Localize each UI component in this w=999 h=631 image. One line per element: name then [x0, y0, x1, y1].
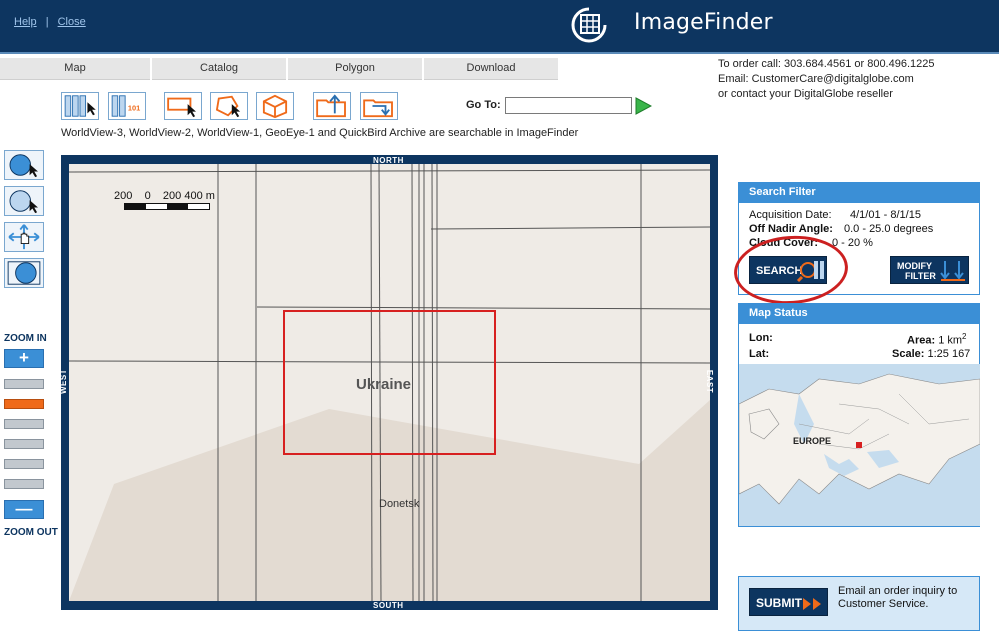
area-value: 1 km [938, 334, 963, 347]
goto-input[interactable] [505, 97, 632, 114]
cloud-cover-value: 0 - 20 % [832, 237, 873, 249]
tab-catalog[interactable]: Catalog [152, 58, 286, 80]
globe-info-tool[interactable] [4, 186, 44, 216]
imagefinder-logo-icon [570, 6, 608, 44]
zoom-in-button[interactable]: + [4, 349, 44, 368]
off-nadir-label: Off Nadir Angle: [749, 223, 833, 235]
modify-filter-button[interactable]: MODIFY FILTER [890, 256, 969, 284]
tab-polygon[interactable]: Polygon [288, 58, 422, 80]
folder-upload-icon [316, 94, 346, 118]
cube-icon [262, 94, 288, 119]
zoom-level-bar[interactable] [4, 459, 44, 469]
app-header: Help | Close ImageFinder [0, 0, 999, 52]
help-link[interactable]: Help [14, 16, 37, 28]
zoom-in-label: ZOOM IN [4, 333, 47, 344]
overview-label-europe: EUROPE [793, 436, 832, 446]
globe-select-tool[interactable] [4, 150, 44, 180]
scale-bar-ruler [124, 203, 210, 210]
rectangle-icon [167, 97, 196, 118]
east-label[interactable]: EAST [705, 370, 714, 393]
scale-readout: Scale: 1:25 167 [892, 348, 970, 360]
draw-rectangle-tool[interactable] [164, 92, 202, 120]
catalog-id-icon-text: 101 [128, 104, 140, 113]
goto-go-button[interactable] [634, 97, 653, 115]
contact-email: Email: CustomerCare@digitalglobe.com [718, 73, 914, 85]
close-link[interactable]: Close [58, 16, 86, 28]
map-label-ukraine: Ukraine [356, 376, 412, 393]
zoom-level-bar[interactable] [4, 439, 44, 449]
archive-note: WorldView-3, WorldView-2, WorldView-1, G… [61, 127, 579, 139]
search-filter-title: Search Filter [739, 183, 979, 203]
link-separator: | [45, 16, 49, 28]
upload-shape-tool[interactable] [313, 92, 351, 120]
header-divider [0, 52, 999, 54]
folder-download-icon [363, 99, 393, 118]
north-label[interactable]: NORTH [373, 156, 404, 165]
polygon-icon [215, 95, 241, 118]
area-exponent: 2 [962, 332, 967, 341]
zoom-out-label: ZOOM OUT [4, 527, 58, 538]
catalog-id-icon: 101 [111, 95, 140, 117]
map-status-title: Map Status [739, 304, 979, 324]
aoi-3d-tool[interactable] [256, 92, 294, 120]
zoom-level-bar[interactable] [4, 479, 44, 489]
scale-label: Scale: [892, 348, 925, 360]
scale-value: 1:25 167 [927, 348, 971, 360]
app-title: ImageFinder [634, 10, 773, 35]
lon-label: Lon: [749, 332, 773, 344]
pan-hand-icon [8, 224, 40, 250]
area-readout: Area: 1 km2 [907, 332, 966, 347]
globe-icon [7, 261, 41, 285]
search-button[interactable]: SEARCH [749, 256, 827, 284]
contact-phone: To order call: 303.684.4561 or 800.496.1… [718, 58, 935, 70]
south-label[interactable]: SOUTH [373, 601, 404, 610]
select-strip-icon [64, 95, 96, 117]
overview-map-graphics [739, 373, 980, 505]
catalog-id-tool[interactable]: 101 [108, 92, 146, 120]
tab-map[interactable]: Map [0, 58, 150, 80]
zoom-level-bar[interactable] [4, 419, 44, 429]
map-label-donetsk: Donetsk [379, 498, 420, 510]
tab-download[interactable]: Download [424, 58, 558, 80]
header-links: Help | Close [14, 16, 86, 28]
goto-label: Go To: [466, 99, 501, 111]
submit-button-label: SUBMIT [756, 596, 802, 610]
download-shape-tool[interactable] [360, 92, 398, 120]
cloud-cover-label: Cloud Cover: [749, 237, 819, 249]
contact-reseller: or contact your DigitalGlobe reseller [718, 88, 893, 100]
magnifier-icon [796, 261, 824, 283]
overview-map[interactable] [739, 364, 980, 526]
west-label[interactable]: WEST [59, 369, 68, 394]
lat-label: Lat: [749, 348, 770, 360]
area-label: Area: [907, 334, 936, 347]
play-arrow-icon [635, 97, 653, 115]
submit-inquiry-text: Email an order inquiry to Customer Servi… [838, 585, 958, 610]
acquisition-date-label: Acquisition Date: [749, 209, 832, 221]
zoom-level-bar[interactable] [4, 399, 44, 409]
filter-arrows-icon [940, 261, 965, 281]
full-extent-tool[interactable] [4, 258, 44, 288]
globe-info-icon [9, 190, 38, 214]
double-arrow-icon [803, 598, 821, 610]
zoom-out-button[interactable]: — [4, 500, 44, 519]
zoom-level-bar[interactable] [4, 379, 44, 389]
off-nadir-value: 0.0 - 25.0 degrees [844, 223, 934, 235]
contact-info: To order call: 303.684.4561 or 800.496.1… [718, 57, 935, 102]
draw-polygon-tool[interactable] [210, 92, 248, 120]
scale-bar-labels: 200 0 200 400 m [114, 190, 215, 202]
acquisition-date-value: 4/1/01 - 8/1/15 [850, 209, 921, 221]
globe-cursor-icon [9, 154, 38, 178]
submit-button[interactable]: SUBMIT [749, 588, 828, 616]
pan-tool[interactable] [4, 222, 44, 252]
select-strip-tool[interactable] [61, 92, 99, 120]
